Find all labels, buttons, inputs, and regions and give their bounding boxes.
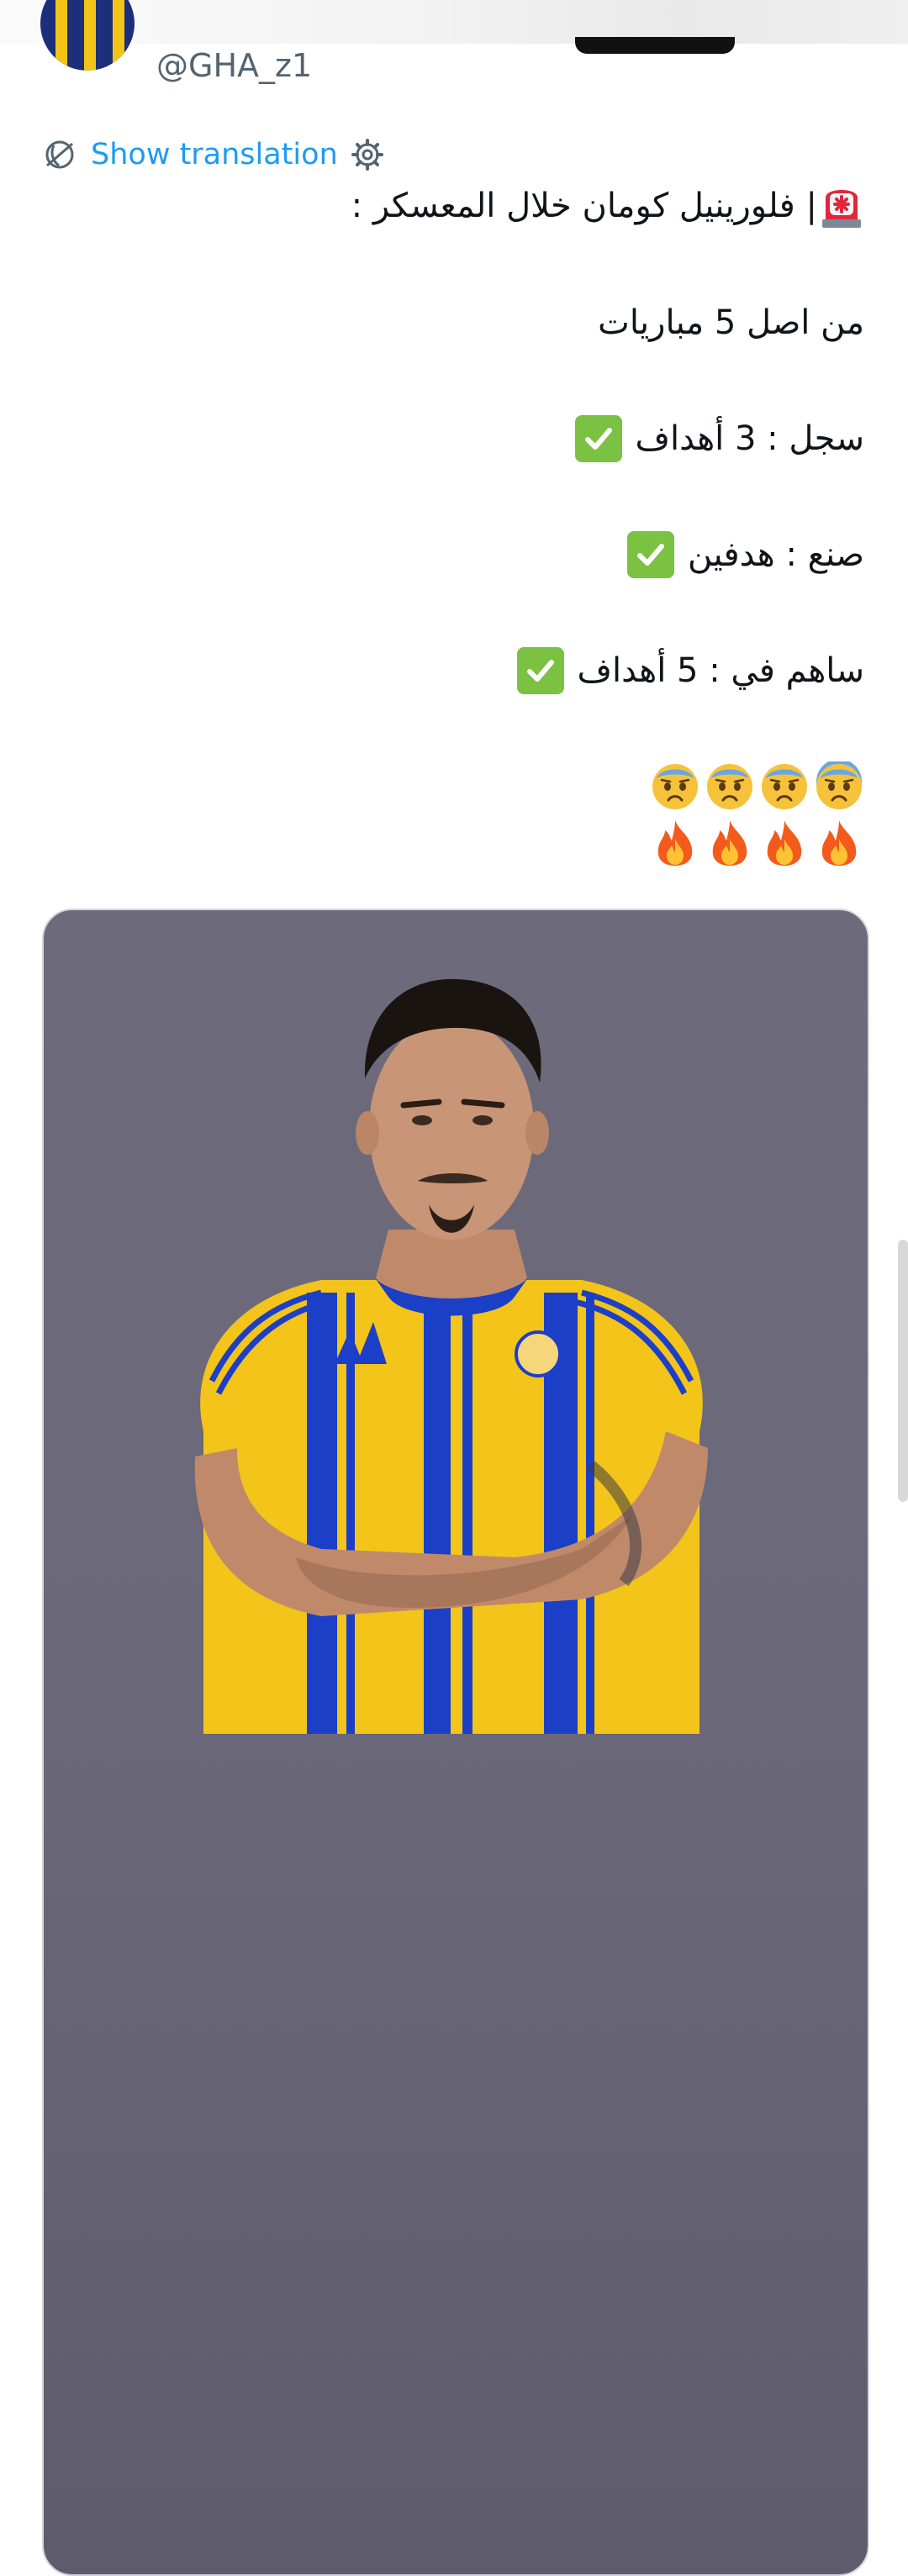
check-mark-icon <box>627 531 675 578</box>
gear-icon[interactable] <box>350 137 385 172</box>
tweet-line-assisted: صنع : هدفين <box>40 530 864 579</box>
contributed-text: ساهم في : 5 أهداف <box>577 651 864 690</box>
avatar[interactable] <box>40 0 135 71</box>
player-photo-illustration <box>194 978 708 1734</box>
fire-icon <box>657 820 693 866</box>
tweet-text: | فلورينيل كومان خلال المعسكر : من اصل 5… <box>40 181 864 870</box>
fire-icon <box>821 820 857 866</box>
follow-button[interactable] <box>575 37 735 54</box>
worried-face-icon <box>652 764 698 809</box>
status-bar-blur <box>0 0 908 44</box>
tweet-line-contributed: ساهم في : 5 أهداف <box>40 646 864 695</box>
tweet-headline-line: | فلورينيل كومان خلال المعسكر : <box>40 181 864 231</box>
show-translation-row[interactable]: Show translation <box>42 134 385 175</box>
tweet-line-scored: سجل : 3 أهداف <box>40 414 864 463</box>
emoji-row-fire <box>40 814 864 870</box>
worried-face-icon <box>707 764 752 809</box>
tweet-headline: | فلورينيل كومان خلال المعسكر : <box>351 187 817 225</box>
globe-icon <box>45 140 74 169</box>
assisted-text: صنع : هدفين <box>688 535 864 574</box>
worried-face-icon <box>816 761 862 809</box>
worried-face-icon <box>762 764 807 809</box>
check-mark-icon <box>516 647 564 694</box>
police-light-icon <box>822 190 861 228</box>
show-translation-link[interactable]: Show translation <box>91 138 338 171</box>
emoji-row-faces <box>40 759 864 814</box>
author-handle[interactable]: @GHA_z1 <box>156 47 312 84</box>
check-mark-icon <box>574 415 622 462</box>
fire-icon <box>767 820 802 866</box>
fire-icon <box>712 820 747 866</box>
tweet-line-matches: من اصل 5 مباريات <box>40 298 864 347</box>
matches-text: من اصل 5 مباريات <box>598 303 864 342</box>
scored-text: سجل : 3 أهداف <box>635 419 865 458</box>
scrollbar[interactable] <box>898 1240 908 1502</box>
tweet-photo[interactable] <box>42 909 869 2576</box>
